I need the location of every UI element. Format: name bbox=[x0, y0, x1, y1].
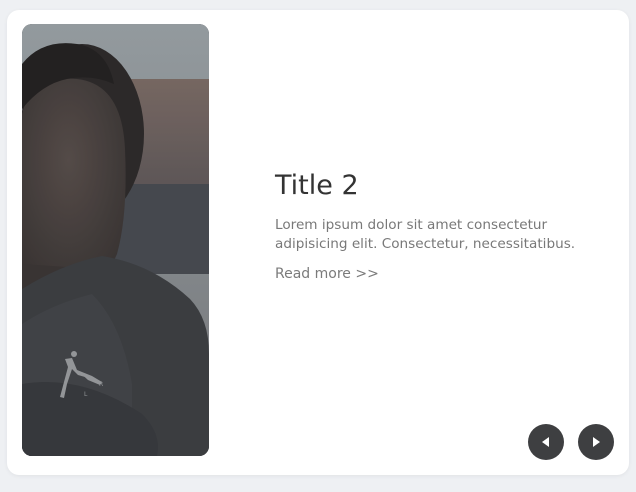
triangle-right-icon bbox=[593, 437, 600, 447]
slider-card: L R Title 2 Lorem ipsum dolor sit amet c… bbox=[7, 10, 629, 475]
read-more-link[interactable]: Read more >> bbox=[275, 266, 379, 282]
prev-slide-button[interactable] bbox=[528, 424, 564, 460]
slide-description: Lorem ipsum dolor sit amet consectetur a… bbox=[275, 217, 576, 252]
slide-image: L R bbox=[22, 24, 209, 456]
slide-title: Title 2 bbox=[275, 170, 359, 201]
triangle-left-icon bbox=[542, 437, 549, 447]
slide-content: Title 2 Lorem ipsum dolor sit amet conse… bbox=[275, 168, 595, 282]
next-slide-button[interactable] bbox=[578, 424, 614, 460]
